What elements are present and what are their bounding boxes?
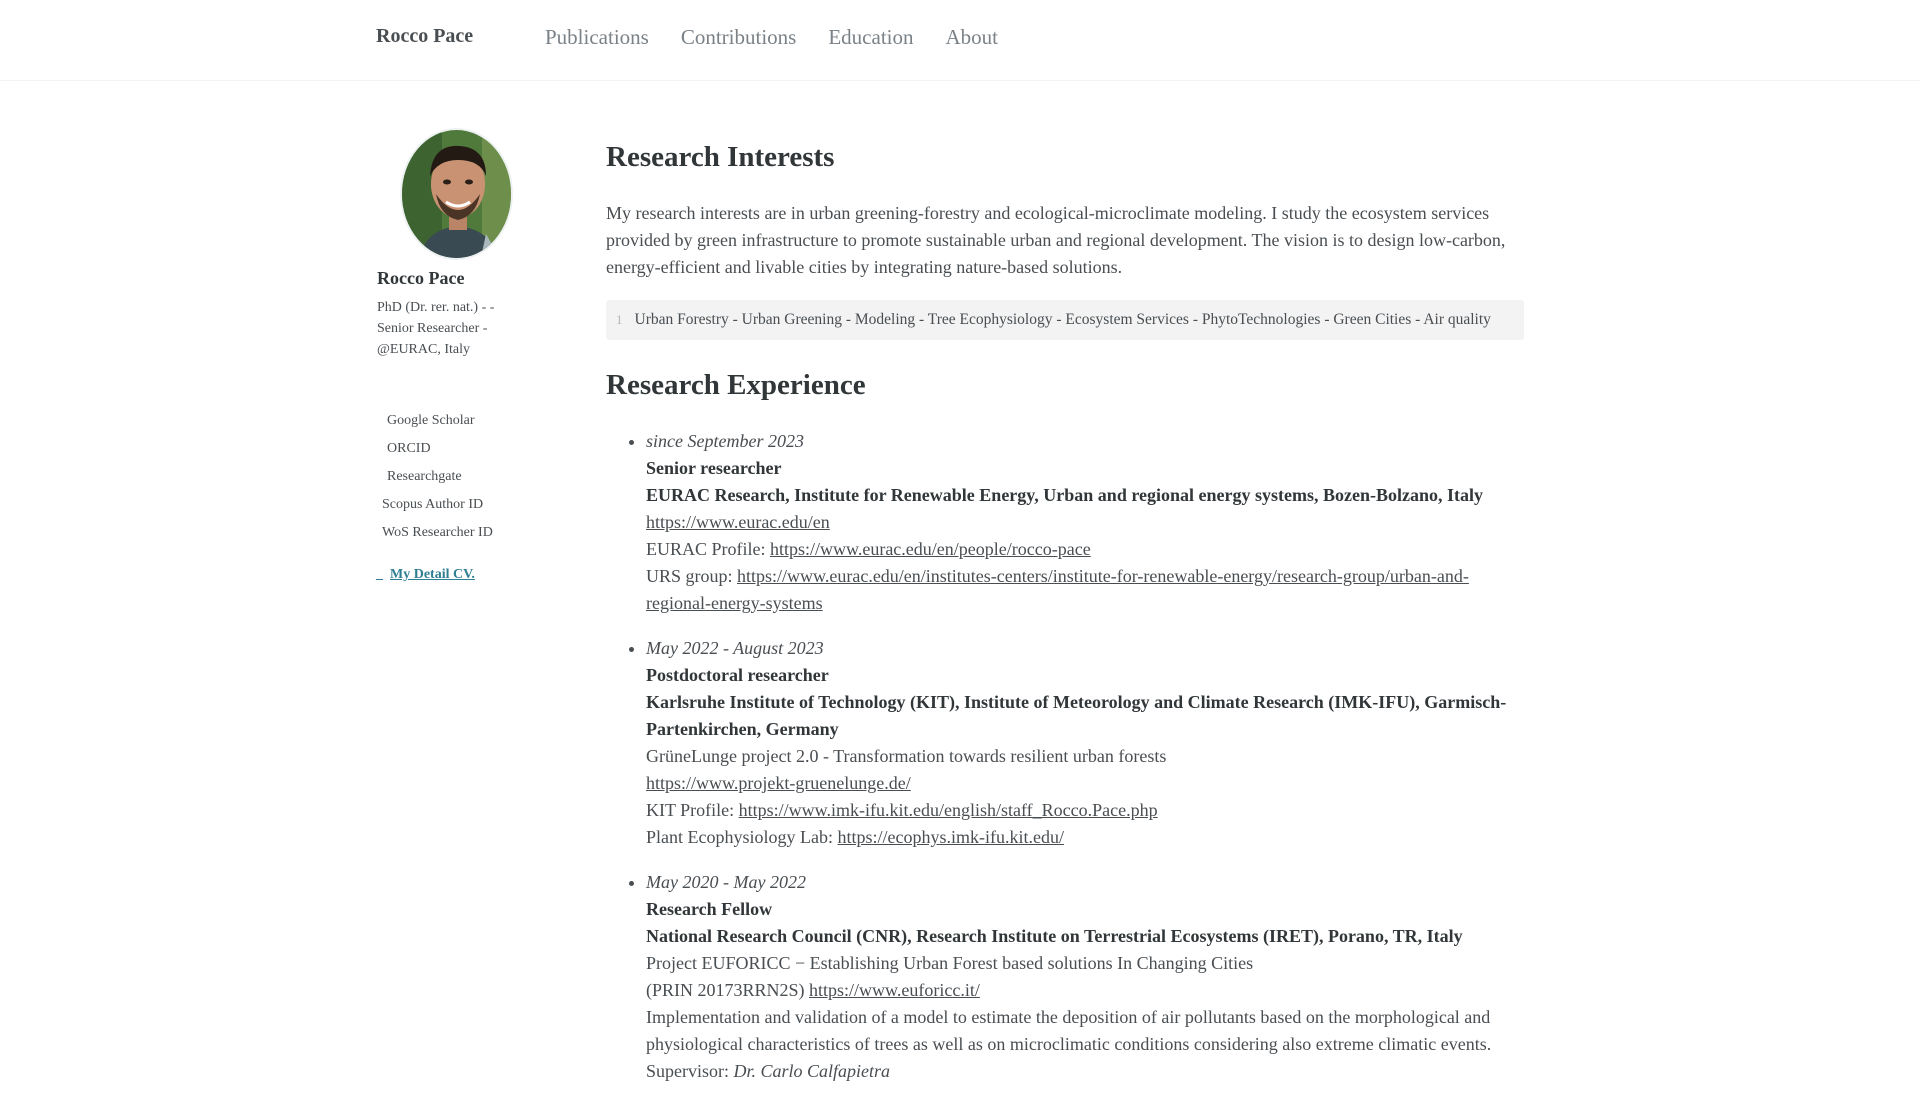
cv-link-row: _ My Detail CV. — [376, 567, 475, 583]
research-interests-text: My research interests are in urban green… — [606, 203, 1506, 277]
avatar-photo — [402, 130, 511, 258]
detail-cv-link[interactable]: My Detail CV. — [390, 567, 475, 582]
experience-date: since September 2023 — [646, 431, 804, 451]
site-title-link[interactable]: Rocco Pace — [376, 25, 473, 48]
profile-label: EURAC Profile: — [646, 539, 766, 559]
kit-profile-link[interactable]: https://www.imk-ifu.kit.edu/english/staf… — [739, 800, 1158, 820]
experience-list: since September 2023 Senior researcher E… — [606, 428, 1524, 1085]
orcid-link[interactable]: ORCID — [387, 441, 431, 456]
experience-item: May 2022 - August 2023 Postdoctoral rese… — [646, 635, 1524, 851]
nav-contributions[interactable]: Contributions — [681, 25, 797, 50]
supervisor-name: Dr. Carlo Calfapietra — [733, 1061, 891, 1081]
experience-date: May 2020 - May 2022 — [646, 872, 806, 892]
experience-project: Project EUFORICC − Establishing Urban Fo… — [646, 953, 1254, 973]
profile-label: KIT Profile: — [646, 800, 735, 820]
gruenelunge-link[interactable]: https://www.projekt-gruenelunge.de/ — [646, 773, 911, 793]
ecophys-lab-link[interactable]: https://ecophys.imk-ifu.kit.edu/ — [837, 827, 1063, 847]
main-nav: Publications Contributions Education Abo… — [545, 25, 1030, 50]
eurac-profile-link[interactable]: https://www.eurac.edu/en/people/rocco-pa… — [770, 539, 1091, 559]
link-item: ORCID — [376, 440, 493, 468]
main-content: Research Interests My research interests… — [606, 138, 1524, 1103]
experience-project: GrüneLunge project 2.0 - Transformation … — [646, 746, 1167, 766]
research-experience-heading: Research Experience — [606, 369, 866, 401]
google-scholar-link[interactable]: Google Scholar — [387, 413, 474, 428]
avatar — [400, 128, 513, 260]
scopus-link[interactable]: Scopus Author ID — [382, 497, 483, 512]
supervisor-label: Supervisor: — [646, 1061, 729, 1081]
experience-date: May 2022 - August 2023 — [646, 638, 824, 658]
link-item: Google Scholar — [376, 412, 493, 440]
euforicc-link[interactable]: https://www.euforicc.it/ — [809, 980, 980, 1000]
eurac-link[interactable]: https://www.eurac.edu/en — [646, 512, 830, 532]
keywords-block: 1 Urban Forestry - Urban Greening - Mode… — [606, 300, 1524, 340]
cv-prefix: _ — [376, 567, 383, 582]
prin-code: (PRIN 20173RRN2S) — [646, 980, 805, 1000]
experience-role: Research Fellow — [646, 899, 773, 919]
experience-org: EURAC Research, Institute for Renewable … — [646, 485, 1483, 505]
link-item: Researchgate — [376, 468, 493, 496]
nav-education[interactable]: Education — [828, 25, 913, 50]
research-interests-heading: Research Interests — [606, 141, 835, 173]
urs-group-link[interactable]: https://www.eurac.edu/en/institutes-cent… — [646, 566, 1469, 613]
line-number: 1 — [616, 312, 623, 327]
experience-description: Implementation and validation of a model… — [646, 1007, 1492, 1054]
author-bio: PhD (Dr. rer. nat.) - - Senior Researche… — [377, 300, 495, 357]
author-name: Rocco Pace — [377, 268, 465, 288]
lab-label: Plant Ecophysiology Lab: — [646, 827, 833, 847]
experience-item: since September 2023 Senior researcher E… — [646, 428, 1524, 617]
nav-about[interactable]: About — [946, 25, 999, 50]
experience-org: National Research Council (CNR), Researc… — [646, 926, 1463, 946]
author-links: Google Scholar ORCID Researchgate Scopus… — [376, 412, 493, 552]
link-item: Scopus Author ID — [376, 496, 493, 524]
experience-role: Senior researcher — [646, 458, 782, 478]
link-item: WoS Researcher ID — [376, 524, 493, 552]
group-label: URS group: — [646, 566, 733, 586]
experience-item: May 2020 - May 2022 Research Fellow Nati… — [646, 869, 1524, 1085]
masthead: Rocco Pace Publications Contributions Ed… — [0, 0, 1920, 81]
nav-publications[interactable]: Publications — [545, 25, 649, 50]
researchgate-link[interactable]: Researchgate — [387, 469, 462, 484]
wos-link[interactable]: WoS Researcher ID — [382, 525, 493, 540]
experience-org: Karlsruhe Institute of Technology (KIT),… — [646, 692, 1507, 739]
keywords-text: Urban Forestry - Urban Greening - Modeli… — [634, 311, 1491, 328]
experience-role: Postdoctoral researcher — [646, 665, 829, 685]
